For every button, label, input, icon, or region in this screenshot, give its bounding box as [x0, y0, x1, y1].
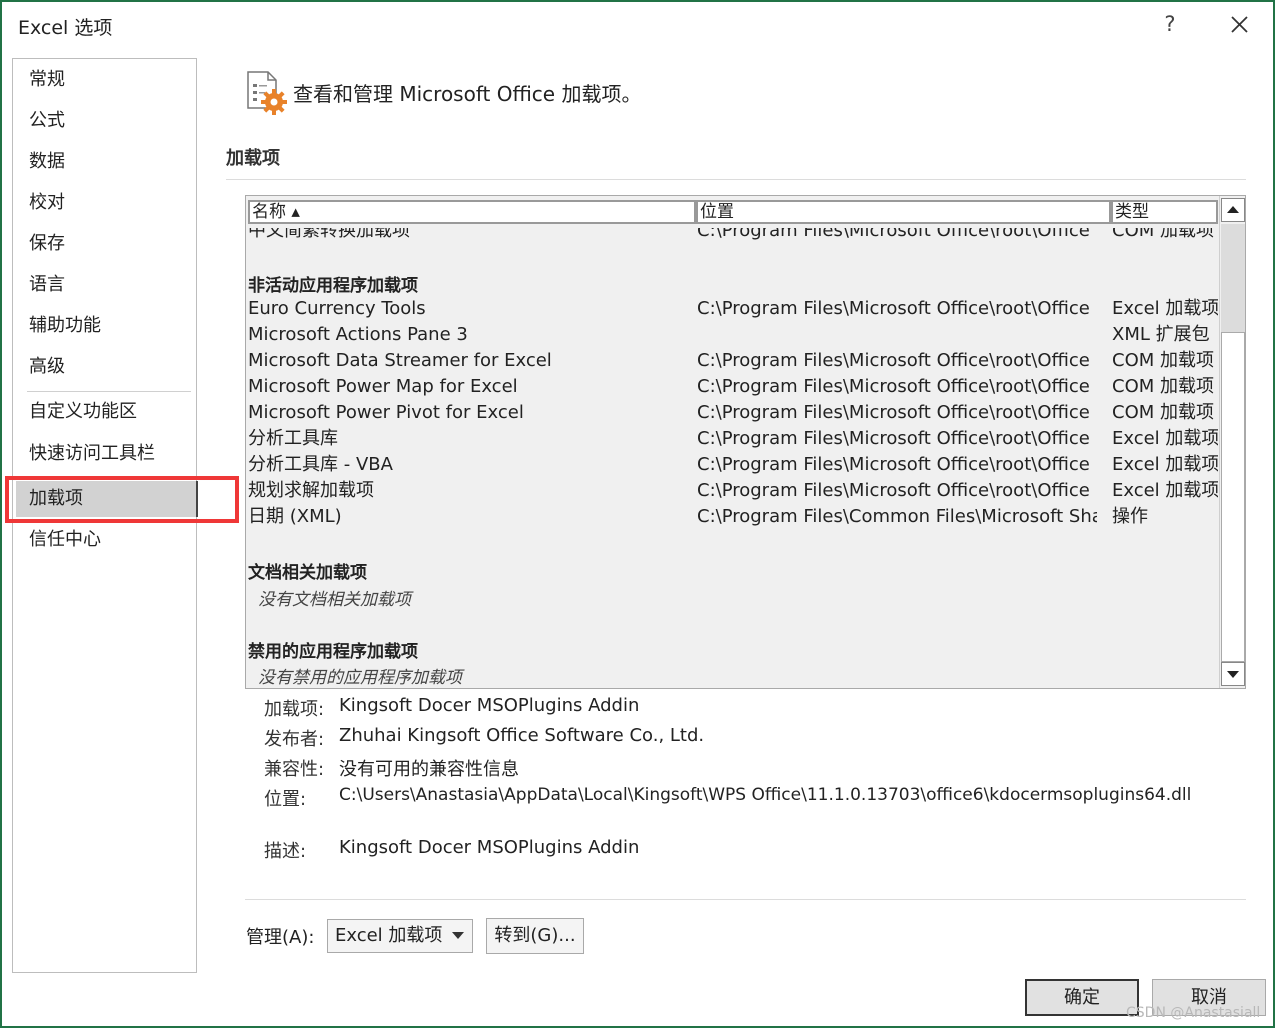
- sidebar-item-formulas[interactable]: 公式: [13, 103, 196, 139]
- cell-location: C:\Program Files\Common Files\Microsoft …: [697, 506, 1097, 527]
- manage-select[interactable]: Excel 加载项: [327, 919, 473, 953]
- sidebar-item-proofing[interactable]: 校对: [13, 185, 196, 221]
- header-shadow: [248, 224, 1218, 228]
- detail-addin-value: Kingsoft Docer MSOPlugins Addin: [339, 695, 640, 716]
- cell-type: Excel 加载项: [1112, 480, 1218, 501]
- detail-publisher-label: 发布者:: [264, 729, 325, 750]
- detail-location-label: 位置:: [264, 789, 307, 810]
- watermark: CSDN @Anastasiall: [1126, 1005, 1261, 1021]
- sidebar-item-customize-ribbon[interactable]: 自定义功能区: [13, 394, 196, 430]
- detail-desc-label: 描述:: [264, 841, 307, 862]
- cell-name: Microsoft Power Map for Excel: [248, 376, 518, 397]
- page-heading: 查看和管理 Microsoft Office 加载项。: [293, 82, 642, 106]
- close-icon: [1231, 16, 1248, 33]
- group-empty-document: 没有文档相关加载项: [258, 590, 411, 610]
- column-header-type-overlay: 类型: [1111, 200, 1218, 224]
- table-row[interactable]: Microsoft Power Map for Excel C:\Program…: [246, 374, 1218, 400]
- column-header-location-overlay: 位置: [696, 200, 1111, 224]
- cell-location: C:\Program Files\Microsoft Office\root\O…: [697, 428, 1090, 449]
- cell-location: C:\Program Files\Microsoft Office\root\O…: [697, 298, 1090, 319]
- group-empty-disabled: 没有禁用的应用程序加载项: [258, 668, 462, 688]
- scroll-track[interactable]: [1221, 332, 1245, 662]
- cell-location: C:\Program Files\Microsoft Office\root\O…: [697, 350, 1090, 371]
- title-bar: Excel 选项 ?: [2, 2, 1273, 48]
- sidebar-divider: [27, 391, 191, 392]
- sidebar-item-trust-center[interactable]: 信任中心: [13, 522, 196, 558]
- help-button[interactable]: ?: [1158, 10, 1182, 38]
- bottom-divider: [245, 899, 1246, 900]
- table-row[interactable]: 规划求解加载项 C:\Program Files\Microsoft Offic…: [246, 478, 1218, 504]
- selection-highlight-box: [5, 476, 239, 523]
- table-row[interactable]: Microsoft Actions Pane 3 XML 扩展包: [246, 322, 1218, 348]
- section-divider: [226, 179, 1246, 180]
- group-title-disabled: 禁用的应用程序加载项: [248, 642, 418, 662]
- triangle-down-icon: [1227, 671, 1239, 678]
- goto-button[interactable]: 转到(G)...: [486, 918, 584, 954]
- scroll-thumb[interactable]: [1221, 224, 1245, 332]
- column-header-name-overlay: 名称 ▴: [248, 200, 696, 224]
- sidebar-item-general[interactable]: 常规: [13, 62, 196, 98]
- cell-name: 规划求解加载项: [248, 480, 374, 501]
- cell-location: C:\Program Files\Microsoft Office\root\O…: [697, 454, 1090, 475]
- cell-type: Excel 加载项: [1112, 428, 1218, 449]
- cell-name: Microsoft Data Streamer for Excel: [248, 350, 552, 371]
- cell-name: 日期 (XML): [248, 506, 342, 527]
- ok-button[interactable]: 确定: [1025, 979, 1139, 1016]
- cell-type: Excel 加载项: [1112, 298, 1218, 319]
- table-row[interactable]: 分析工具库 C:\Program Files\Microsoft Office\…: [246, 426, 1218, 452]
- cell-location: C:\Program Files\Microsoft Office\root\O…: [697, 480, 1090, 501]
- cell-location: C:\Program Files\Microsoft Office\root\O…: [697, 376, 1090, 397]
- cell-type: 操作: [1112, 506, 1148, 527]
- cell-name: 分析工具库: [248, 428, 338, 449]
- cell-name: Microsoft Power Pivot for Excel: [248, 402, 524, 423]
- cell-type: XML 扩展包: [1112, 324, 1210, 345]
- manage-label: 管理(A):: [246, 927, 315, 948]
- section-title: 加载项: [226, 148, 280, 169]
- cell-name: 分析工具库 - VBA: [248, 454, 393, 475]
- table-row[interactable]: Microsoft Power Pivot for Excel C:\Progr…: [246, 400, 1218, 426]
- cell-name: Euro Currency Tools: [248, 298, 426, 319]
- sidebar-item-save[interactable]: 保存: [13, 226, 196, 262]
- sidebar-item-data[interactable]: 数据: [13, 144, 196, 180]
- addins-list[interactable]: 名称 ▴ 位置 类型 中文简繁转换加载项 C:\Program Files\Mi…: [245, 195, 1246, 689]
- scroll-down-button[interactable]: [1221, 662, 1245, 686]
- detail-location-value: C:\Users\Anastasia\AppData\Local\Kingsof…: [339, 785, 1192, 805]
- excel-options-dialog: Excel 选项 ? 常规 公式 数据 校对 保存 语言 辅助功能 高级 自定义…: [0, 0, 1275, 1028]
- cell-type: COM 加载项: [1112, 402, 1214, 423]
- manage-select-value: Excel 加载项: [335, 925, 443, 946]
- scroll-up-button[interactable]: [1221, 198, 1245, 222]
- cell-name: Microsoft Actions Pane 3: [248, 324, 468, 345]
- detail-addin-label: 加载项:: [264, 699, 325, 720]
- cell-type: COM 加载项: [1112, 350, 1214, 371]
- list-scrollbar[interactable]: [1219, 196, 1245, 688]
- detail-publisher-value: Zhuhai Kingsoft Office Software Co., Ltd…: [339, 725, 705, 746]
- table-row[interactable]: 日期 (XML) C:\Program Files\Common Files\M…: [246, 504, 1218, 530]
- detail-compat-label: 兼容性:: [264, 759, 325, 780]
- sidebar-item-quick-access-toolbar[interactable]: 快速访问工具栏: [13, 436, 196, 472]
- table-row[interactable]: Euro Currency Tools C:\Program Files\Mic…: [246, 296, 1218, 322]
- group-title-document: 文档相关加载项: [248, 563, 367, 583]
- cell-type: Excel 加载项: [1112, 454, 1218, 475]
- detail-desc-value: Kingsoft Docer MSOPlugins Addin: [339, 837, 640, 858]
- cell-type: COM 加载项: [1112, 376, 1214, 397]
- sidebar-item-accessibility[interactable]: 辅助功能: [13, 308, 196, 344]
- close-button[interactable]: [1224, 10, 1254, 40]
- group-title-inactive: 非活动应用程序加载项: [248, 276, 418, 296]
- sidebar-item-language[interactable]: 语言: [13, 267, 196, 303]
- addins-gear-icon: [242, 68, 290, 116]
- table-row[interactable]: 分析工具库 - VBA C:\Program Files\Microsoft O…: [246, 452, 1218, 478]
- window-title: Excel 选项: [18, 17, 113, 39]
- table-row[interactable]: Microsoft Data Streamer for Excel C:\Pro…: [246, 348, 1218, 374]
- chevron-down-icon: [452, 932, 464, 939]
- cell-location: C:\Program Files\Microsoft Office\root\O…: [697, 402, 1090, 423]
- triangle-up-icon: [1227, 206, 1239, 213]
- sidebar-item-advanced[interactable]: 高级: [13, 349, 196, 385]
- detail-compat-value: 没有可用的兼容性信息: [339, 759, 519, 780]
